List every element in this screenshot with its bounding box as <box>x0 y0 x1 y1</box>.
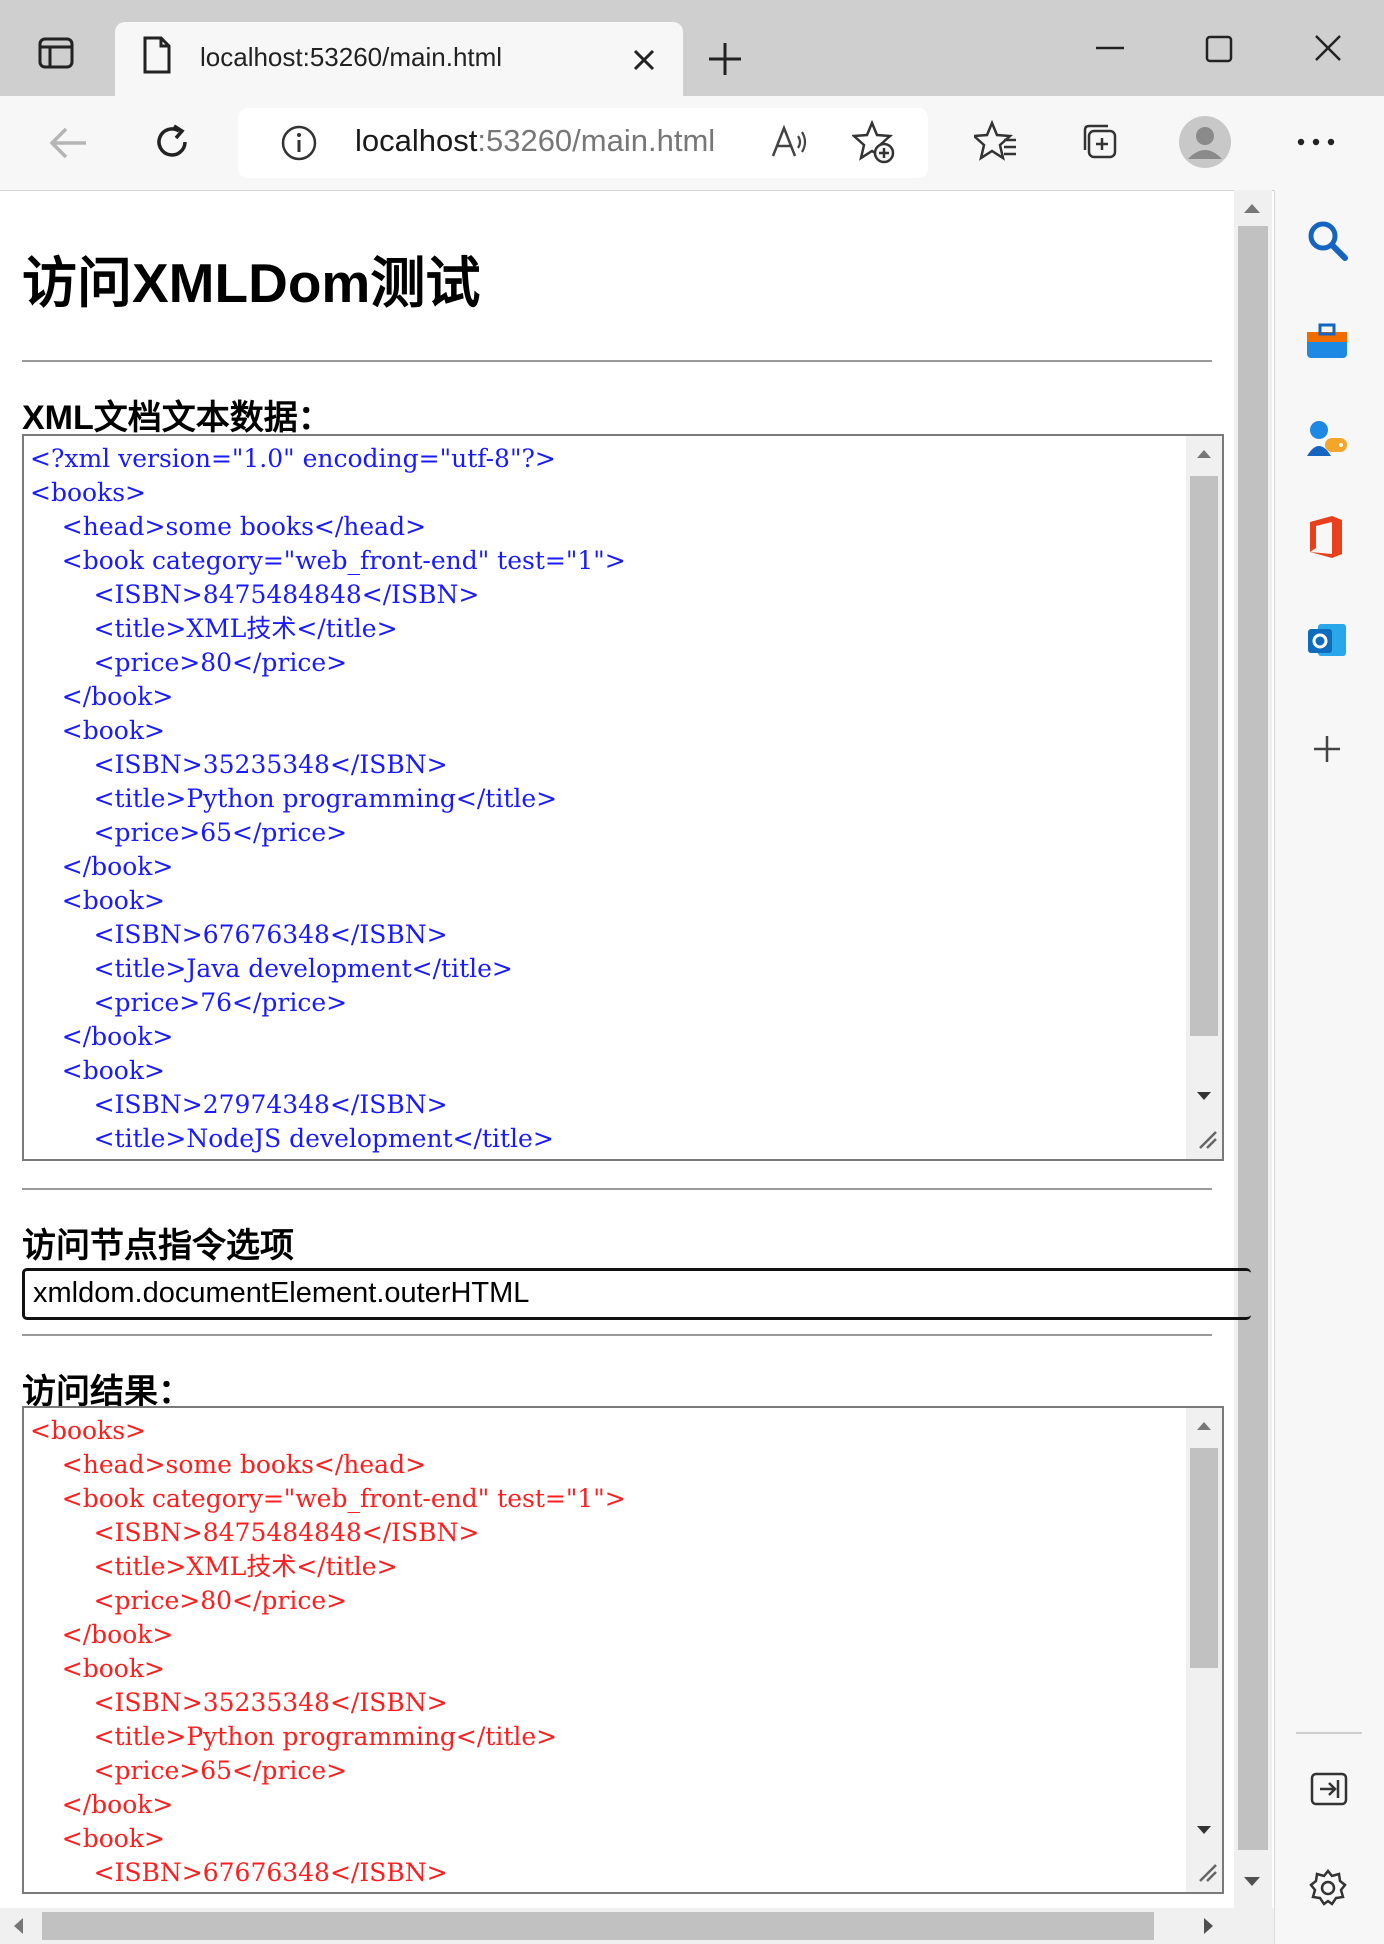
divider <box>22 1334 1212 1336</box>
collections-icon[interactable] <box>1080 122 1120 162</box>
profile-avatar-icon[interactable] <box>1178 115 1232 169</box>
result-textarea[interactable]: <books> <head>some books</head> <book ca… <box>22 1406 1224 1894</box>
result-scroll-up-arrow[interactable] <box>1197 1422 1211 1430</box>
address-host: localhost <box>355 123 478 158</box>
maximize-icon[interactable] <box>1205 35 1233 63</box>
divider <box>22 1188 1212 1190</box>
page-horizontal-scroll-thumb[interactable] <box>42 1912 1154 1940</box>
command-label: 访问节点指令选项 <box>22 1227 294 1265</box>
favorites-icon[interactable] <box>974 120 1018 164</box>
games-icon[interactable] <box>1305 418 1349 460</box>
hide-sidebar-icon[interactable] <box>1310 1772 1348 1806</box>
add-sidebar-app-icon[interactable] <box>1312 734 1342 764</box>
result-text[interactable]: <books> <head>some books</head> <book ca… <box>24 1408 1222 1890</box>
result-scroll-down-arrow[interactable] <box>1197 1826 1211 1834</box>
xml-scroll-up-arrow[interactable] <box>1197 450 1211 458</box>
xml-section-label: XML文档文本数据： <box>22 399 332 437</box>
close-tab-icon[interactable] <box>632 48 656 72</box>
resize-handle-icon[interactable] <box>1196 1128 1218 1155</box>
command-input[interactable]: xmldom.documentElement.outerHTML <box>22 1268 1251 1320</box>
tab-actions-icon[interactable] <box>38 37 76 71</box>
address-text[interactable]: localhost:53260/main.html <box>355 123 715 159</box>
xml-textarea[interactable]: <?xml version="1.0" encoding="utf-8"?> <… <box>22 434 1224 1161</box>
office-icon[interactable] <box>1306 514 1346 560</box>
tab-title: localhost:53260/main.html <box>200 42 503 72</box>
outlook-icon[interactable] <box>1306 620 1348 660</box>
address-path: :53260/main.html <box>477 123 716 158</box>
page-icon <box>142 36 172 74</box>
result-textarea-scroll-thumb[interactable] <box>1190 1448 1218 1668</box>
refresh-icon[interactable] <box>152 122 192 162</box>
sidebar-divider <box>1296 1732 1362 1734</box>
more-options-icon[interactable] <box>1296 138 1336 146</box>
xml-text[interactable]: <?xml version="1.0" encoding="utf-8"?> <… <box>24 436 1222 1156</box>
resize-handle-icon[interactable] <box>1196 1861 1218 1888</box>
add-favorite-icon[interactable] <box>852 120 896 164</box>
search-icon[interactable] <box>1307 220 1349 262</box>
page-title: 访问XMLDom测试 <box>22 252 481 314</box>
scroll-right-arrow[interactable] <box>1204 1918 1213 1934</box>
back-icon[interactable] <box>48 126 88 160</box>
settings-icon[interactable] <box>1308 1868 1348 1908</box>
xml-textarea-scroll-thumb[interactable] <box>1190 476 1218 1036</box>
site-info-icon[interactable] <box>280 124 318 162</box>
close-window-icon[interactable] <box>1314 34 1342 62</box>
minimize-icon[interactable] <box>1096 46 1124 50</box>
divider <box>22 360 1212 362</box>
xml-scroll-down-arrow[interactable] <box>1197 1092 1211 1100</box>
new-tab-icon[interactable] <box>707 41 743 77</box>
scroll-down-arrow[interactable] <box>1244 1877 1260 1886</box>
read-aloud-icon[interactable] <box>770 122 810 162</box>
tools-icon[interactable] <box>1305 322 1349 360</box>
scroll-left-arrow[interactable] <box>14 1918 23 1934</box>
scroll-up-arrow[interactable] <box>1244 204 1260 213</box>
page-vertical-scroll-thumb[interactable] <box>1238 226 1268 1850</box>
